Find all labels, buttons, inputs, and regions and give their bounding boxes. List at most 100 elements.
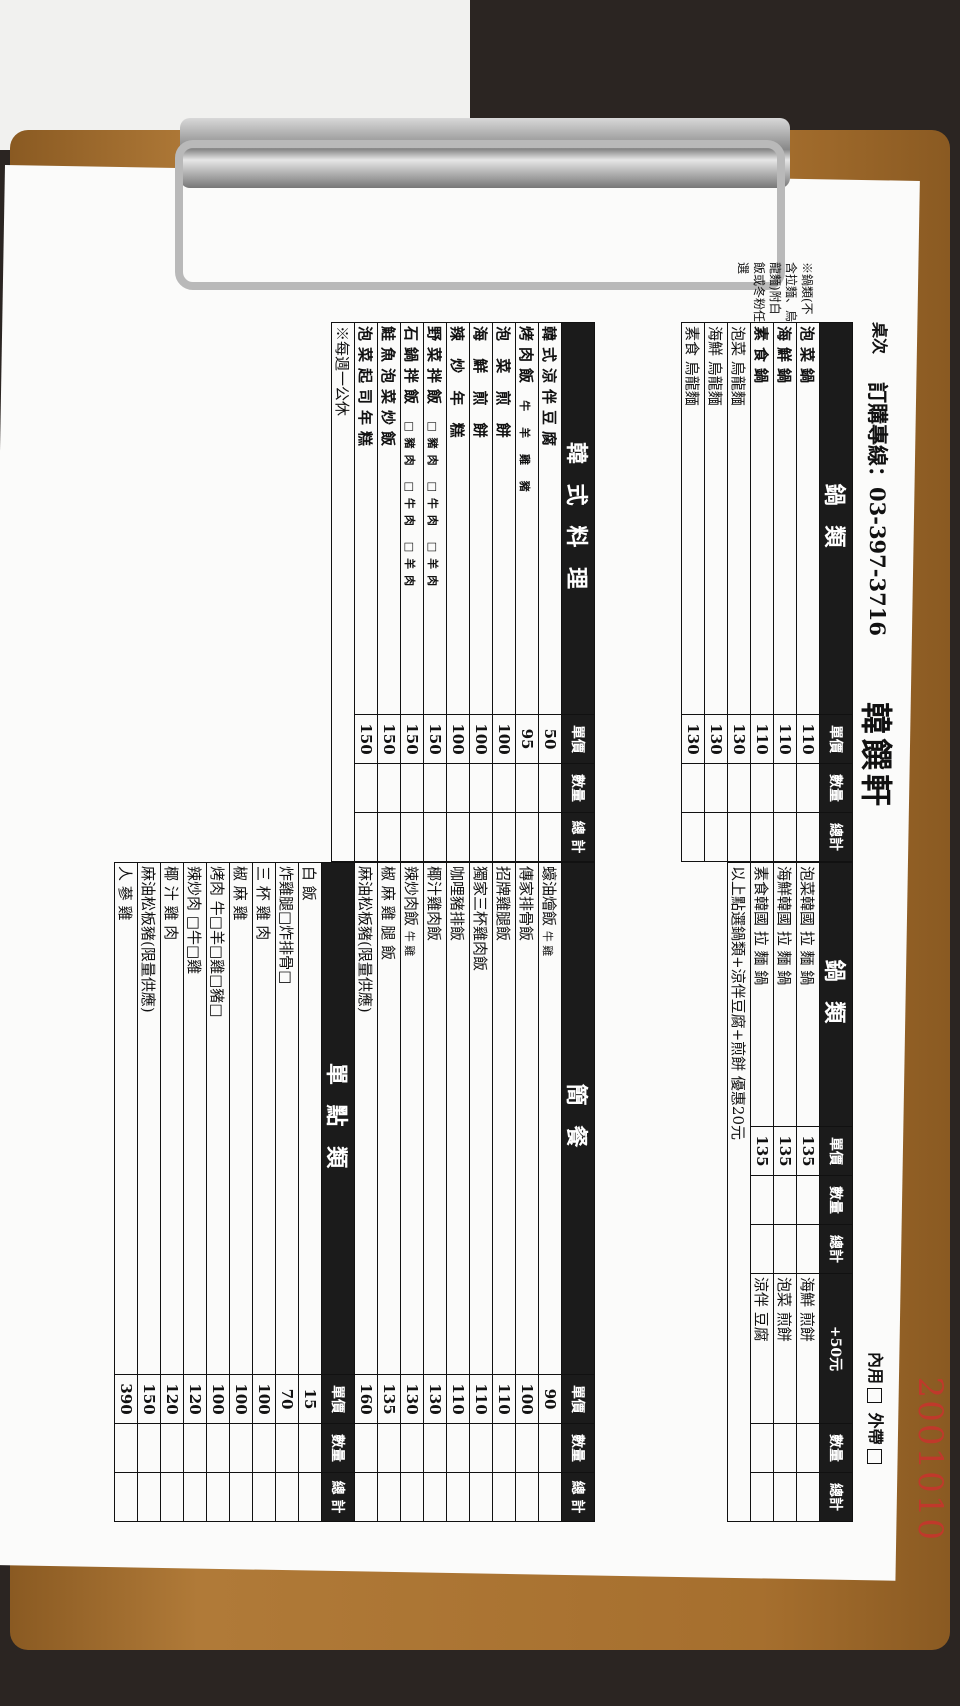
qty-cell[interactable]: [538, 763, 562, 813]
qty-cell[interactable]: [704, 763, 728, 813]
total-cell[interactable]: [298, 1472, 322, 1522]
total-cell[interactable]: [275, 1472, 299, 1522]
total-cell[interactable]: [423, 1472, 447, 1522]
qty-cell[interactable]: [727, 763, 751, 813]
total-cell[interactable]: [446, 1472, 470, 1522]
option[interactable]: □豬肉: [404, 421, 417, 471]
qty-cell[interactable]: [796, 1175, 820, 1225]
option[interactable]: □羊肉: [404, 542, 417, 592]
qty-cell[interactable]: [183, 1423, 207, 1473]
option[interactable]: 雞: [542, 945, 555, 956]
qty-cell[interactable]: [750, 763, 774, 813]
total-cell[interactable]: [377, 812, 401, 862]
qty-cell[interactable]: [114, 1423, 138, 1473]
take-out-checkbox[interactable]: [867, 1448, 882, 1464]
total-cell[interactable]: [704, 812, 728, 862]
total-cell[interactable]: [206, 1472, 230, 1522]
qty-cell[interactable]: [492, 1423, 516, 1473]
qty-cell[interactable]: [446, 763, 470, 813]
total-cell[interactable]: [137, 1472, 161, 1522]
total-cell[interactable]: [400, 1472, 424, 1522]
total-cell[interactable]: [538, 1472, 562, 1522]
total-cell[interactable]: [515, 1472, 539, 1522]
qty-cell[interactable]: [796, 1423, 820, 1473]
total-cell[interactable]: [183, 1472, 207, 1522]
total-cell[interactable]: [354, 812, 378, 862]
qty-cell[interactable]: [681, 763, 705, 813]
total-cell[interactable]: [773, 1224, 797, 1274]
option[interactable]: 羊: [519, 427, 532, 444]
qty-cell[interactable]: [515, 1423, 539, 1473]
qty-cell[interactable]: [298, 1423, 322, 1473]
total-cell[interactable]: [492, 1472, 516, 1522]
qty-cell[interactable]: [469, 763, 493, 813]
total-cell[interactable]: [681, 812, 705, 862]
qty-cell[interactable]: [275, 1423, 299, 1473]
total-cell[interactable]: [796, 812, 820, 862]
option[interactable]: 豬: [519, 481, 532, 498]
qty-cell[interactable]: [492, 763, 516, 813]
qty-cell[interactable]: [160, 1423, 184, 1473]
option[interactable]: 牛: [542, 931, 555, 942]
qty-cell[interactable]: [137, 1423, 161, 1473]
qty-cell[interactable]: [354, 1423, 378, 1473]
qty-cell[interactable]: [377, 763, 401, 813]
qty-cell[interactable]: [538, 1423, 562, 1473]
total-cell[interactable]: [796, 1224, 820, 1274]
option[interactable]: 牛: [404, 931, 417, 942]
table-row: 辣 炒 年 糕 100: [446, 322, 470, 862]
item-name: 傳家排骨飯: [515, 862, 539, 1375]
total-cell[interactable]: [469, 1472, 493, 1522]
qty-cell[interactable]: [377, 1423, 401, 1473]
option[interactable]: □牛肉: [404, 482, 417, 532]
option[interactable]: □羊肉: [427, 542, 440, 592]
total-cell[interactable]: [446, 812, 470, 862]
qty-cell[interactable]: [423, 1423, 447, 1473]
qty-cell[interactable]: [252, 1423, 276, 1473]
option[interactable]: □牛肉: [427, 482, 440, 532]
qty-cell[interactable]: [423, 763, 447, 813]
qty-cell[interactable]: [400, 1423, 424, 1473]
total-cell[interactable]: [515, 812, 539, 862]
total-cell[interactable]: [773, 1472, 797, 1522]
option[interactable]: 雞: [404, 945, 417, 956]
total-cell[interactable]: [492, 812, 516, 862]
total-cell[interactable]: [469, 812, 493, 862]
qty-cell[interactable]: [773, 1423, 797, 1473]
total-cell[interactable]: [400, 812, 424, 862]
table-row: 海鮮韓國 拉 麵 鍋 135 泡菜 煎餅: [773, 862, 797, 1522]
total-cell[interactable]: [750, 812, 774, 862]
total-cell[interactable]: [160, 1472, 184, 1522]
qty-cell[interactable]: [446, 1423, 470, 1473]
qty-cell[interactable]: [206, 1423, 230, 1473]
option[interactable]: 牛: [519, 400, 532, 417]
option[interactable]: □豬肉: [427, 421, 440, 471]
qty-cell[interactable]: [750, 1423, 774, 1473]
total-cell[interactable]: [377, 1472, 401, 1522]
qty-cell[interactable]: [773, 763, 797, 813]
total-cell[interactable]: [750, 1224, 774, 1274]
total-cell[interactable]: [796, 1472, 820, 1522]
total-cell[interactable]: [229, 1472, 253, 1522]
total-cell[interactable]: [773, 812, 797, 862]
table-row: 傳家排骨飯 100: [515, 862, 539, 1522]
dine-in-checkbox[interactable]: [867, 1388, 882, 1404]
qty-cell[interactable]: [354, 763, 378, 813]
qty-cell[interactable]: [229, 1423, 253, 1473]
total-cell[interactable]: [252, 1472, 276, 1522]
qty-cell[interactable]: [515, 763, 539, 813]
qty-cell[interactable]: [400, 763, 424, 813]
qty-cell[interactable]: [750, 1175, 774, 1225]
total-cell[interactable]: [750, 1472, 774, 1522]
item-name: 烤肉 牛□羊□雞□豬□: [206, 862, 230, 1375]
total-cell[interactable]: [423, 812, 447, 862]
total-cell[interactable]: [354, 1472, 378, 1522]
item-price: 100: [206, 1374, 230, 1424]
total-cell[interactable]: [727, 812, 751, 862]
qty-cell[interactable]: [469, 1423, 493, 1473]
total-cell[interactable]: [538, 812, 562, 862]
qty-cell[interactable]: [796, 763, 820, 813]
option[interactable]: 雞: [519, 454, 532, 471]
qty-cell[interactable]: [773, 1175, 797, 1225]
total-cell[interactable]: [114, 1472, 138, 1522]
